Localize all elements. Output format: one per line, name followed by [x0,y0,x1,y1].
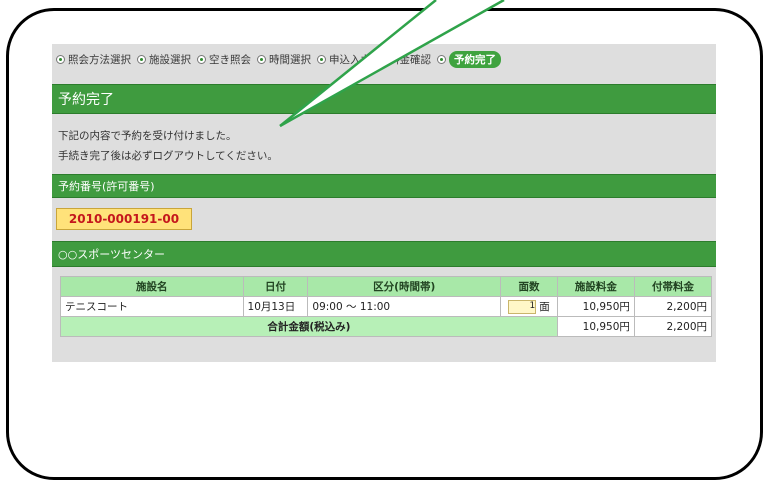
message-line-2: 手続き完了後は必ずログアウトしてください。 [58,150,278,162]
reservation-number: 2010-000191-00 [56,208,192,230]
total-row: 合計金額(税込み) 10,950円 2,200円 [60,316,713,337]
step-dot-icon [56,54,65,64]
step-label: 照会方法選択 [68,53,131,66]
step-label: 料金確認 [389,53,431,66]
col-date: 日付 [242,276,309,297]
step-6: 料金確認 [377,52,431,67]
step-label: 施設選択 [149,53,191,66]
step-4: 時間選択 [257,52,311,67]
total-facility-fee: 10,950円 [556,316,635,337]
qty-field: 1 [508,300,537,314]
col-qty: 面数 [500,276,558,297]
step-dot-icon [257,54,266,64]
reservation-section-header: 予約番号(許可番号) [52,174,716,198]
table-row: テニスコート 10月13日 09:00 ～ 11:00 1面 10,950円 2… [60,296,713,317]
message-line-1: 下記の内容で予約を受け付けました。 [58,130,237,142]
step-dot-icon [197,54,206,64]
step-dot-icon [137,54,146,64]
step-label: 申込入力 [329,53,371,66]
step-dot-icon [377,54,386,64]
cell-facility-name: テニスコート [60,296,244,317]
step-indicator: 照会方法選択 施設選択 空き照会 時間選択 申込入力 料金確認 予約完了 [56,50,501,68]
step-2: 施設選択 [137,52,191,67]
table-header-row: 施設名 日付 区分(時間帯) 面数 施設料金 付帯料金 [60,276,713,297]
step-3: 空き照会 [197,52,251,67]
step-label: 空き照会 [209,53,251,66]
reservation-table: 施設名 日付 区分(時間帯) 面数 施設料金 付帯料金 テニスコート 10月13… [60,276,713,337]
facility-section-header: ○○スポーツセンター [52,241,716,267]
step-1: 照会方法選択 [56,52,131,67]
step-5: 申込入力 [317,52,371,67]
cell-qty: 1面 [500,296,558,317]
col-facility-fee: 施設料金 [556,276,635,297]
step-7-current: 予約完了 [437,50,501,68]
col-time-slot: 区分(時間帯) [307,276,502,297]
cell-extra-fee: 2,200円 [633,296,713,317]
col-extra-fee: 付帯料金 [633,276,713,297]
step-dot-icon [317,54,326,64]
total-label: 合計金額(税込み) [60,316,558,337]
step-label-active: 予約完了 [449,50,501,68]
cell-time: 09:00 ～ 11:00 [307,296,502,317]
col-facility-name: 施設名 [60,276,244,297]
qty-unit: 面 [539,301,550,313]
total-extra-fee: 2,200円 [633,316,713,337]
page-title: 予約完了 [52,84,716,114]
step-label: 時間選択 [269,53,311,66]
step-dot-icon [437,54,446,64]
cell-date: 10月13日 [242,296,309,317]
cell-facility-fee: 10,950円 [556,296,635,317]
